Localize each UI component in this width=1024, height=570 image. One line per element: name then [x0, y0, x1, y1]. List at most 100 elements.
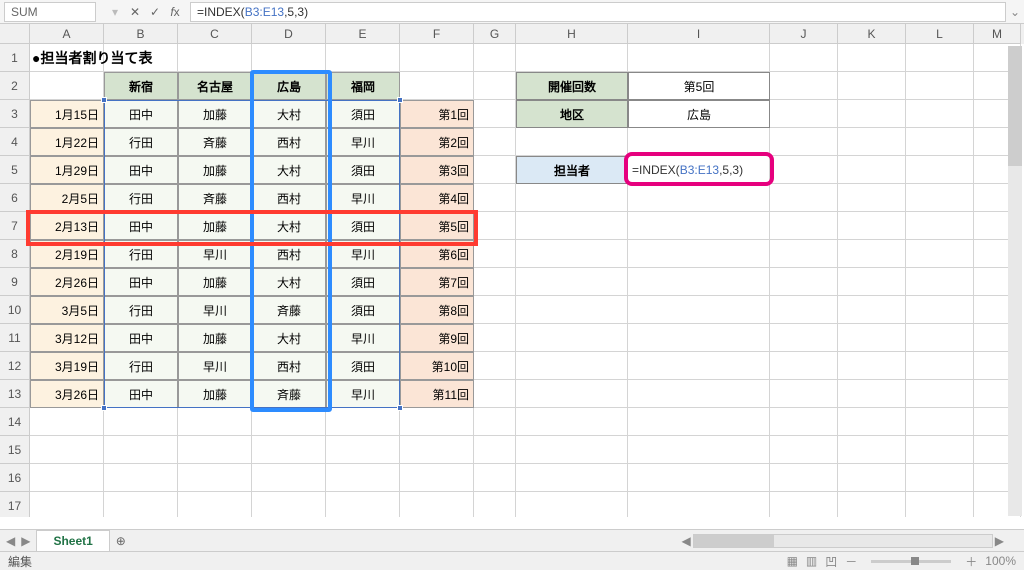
cell-C6[interactable]: 斉藤: [178, 184, 252, 212]
tab-prev-icon[interactable]: ◀: [6, 534, 15, 548]
cell-K9[interactable]: [838, 268, 906, 296]
cell-F1[interactable]: [400, 44, 474, 72]
cell-L15[interactable]: [906, 436, 974, 464]
col-header-C[interactable]: C: [178, 24, 252, 44]
vertical-scrollbar[interactable]: [1008, 46, 1022, 516]
cell-C13[interactable]: 加藤: [178, 380, 252, 408]
cell-H15[interactable]: [516, 436, 628, 464]
cell-I2[interactable]: 第5回: [628, 72, 770, 100]
cell-G5[interactable]: [474, 156, 516, 184]
cell-B17[interactable]: [104, 492, 178, 517]
cell-G8[interactable]: [474, 240, 516, 268]
horizontal-scrollbar[interactable]: [693, 534, 993, 548]
cell-E10[interactable]: 須田: [326, 296, 400, 324]
cell-H9[interactable]: [516, 268, 628, 296]
cell-J17[interactable]: [770, 492, 838, 517]
cell-J16[interactable]: [770, 464, 838, 492]
cell-L9[interactable]: [906, 268, 974, 296]
cell-I5[interactable]: =INDEX(B3:E13,5,3): [628, 156, 770, 184]
cell-D3[interactable]: 大村: [252, 100, 326, 128]
cell-A16[interactable]: [30, 464, 104, 492]
row-header-12[interactable]: 12: [0, 352, 30, 380]
cell-G4[interactable]: [474, 128, 516, 156]
zoom-level[interactable]: 100%: [985, 554, 1016, 568]
cell-H13[interactable]: [516, 380, 628, 408]
cell-H16[interactable]: [516, 464, 628, 492]
cell-A2[interactable]: [30, 72, 104, 100]
row-header-16[interactable]: 16: [0, 464, 30, 492]
cell-D15[interactable]: [252, 436, 326, 464]
col-header-G[interactable]: G: [474, 24, 516, 44]
cell-K14[interactable]: [838, 408, 906, 436]
cell-D10[interactable]: 斉藤: [252, 296, 326, 324]
name-box[interactable]: SUM: [4, 2, 96, 22]
cell-E11[interactable]: 早川: [326, 324, 400, 352]
cell-B7[interactable]: 田中: [104, 212, 178, 240]
cell-K8[interactable]: [838, 240, 906, 268]
view-pagebreak-icon[interactable]: 凹: [825, 553, 837, 570]
cell-I8[interactable]: [628, 240, 770, 268]
cell-H3[interactable]: 地区: [516, 100, 628, 128]
formula-expand-icon[interactable]: ⌄: [1006, 5, 1024, 19]
row-header-15[interactable]: 15: [0, 436, 30, 464]
cell-I3[interactable]: 広島: [628, 100, 770, 128]
cell-D8[interactable]: 西村: [252, 240, 326, 268]
cell-J14[interactable]: [770, 408, 838, 436]
add-sheet-button[interactable]: ⊕: [110, 530, 132, 552]
cell-E6[interactable]: 早川: [326, 184, 400, 212]
row-header-6[interactable]: 6: [0, 184, 30, 212]
col-header-I[interactable]: I: [628, 24, 770, 44]
select-all-corner[interactable]: [0, 24, 30, 44]
hscroll-left-icon[interactable]: ◀: [682, 534, 691, 548]
cell-E4[interactable]: 早川: [326, 128, 400, 156]
cell-C14[interactable]: [178, 408, 252, 436]
cell-I1[interactable]: [628, 44, 770, 72]
cell-D9[interactable]: 大村: [252, 268, 326, 296]
cell-B9[interactable]: 田中: [104, 268, 178, 296]
cell-L12[interactable]: [906, 352, 974, 380]
cell-F10[interactable]: 第8回: [400, 296, 474, 324]
row-header-11[interactable]: 11: [0, 324, 30, 352]
col-header-A[interactable]: A: [30, 24, 104, 44]
cell-C15[interactable]: [178, 436, 252, 464]
cell-H8[interactable]: [516, 240, 628, 268]
cell-L17[interactable]: [906, 492, 974, 517]
cancel-formula-icon[interactable]: ✕: [126, 3, 144, 21]
cell-E8[interactable]: 早川: [326, 240, 400, 268]
cell-E1[interactable]: [326, 44, 400, 72]
cell-E16[interactable]: [326, 464, 400, 492]
cell-D7[interactable]: 大村: [252, 212, 326, 240]
cell-L14[interactable]: [906, 408, 974, 436]
cell-C8[interactable]: 早川: [178, 240, 252, 268]
cell-A11[interactable]: 3月12日: [30, 324, 104, 352]
cell-F5[interactable]: 第3回: [400, 156, 474, 184]
cell-J10[interactable]: [770, 296, 838, 324]
cell-E15[interactable]: [326, 436, 400, 464]
cell-K3[interactable]: [838, 100, 906, 128]
cell-F15[interactable]: [400, 436, 474, 464]
cell-C5[interactable]: 加藤: [178, 156, 252, 184]
cell-G12[interactable]: [474, 352, 516, 380]
cell-G17[interactable]: [474, 492, 516, 517]
cell-G16[interactable]: [474, 464, 516, 492]
row-header-13[interactable]: 13: [0, 380, 30, 408]
cell-K5[interactable]: [838, 156, 906, 184]
view-normal-icon[interactable]: ▦: [787, 554, 798, 568]
cell-A5[interactable]: 1月29日: [30, 156, 104, 184]
cell-H12[interactable]: [516, 352, 628, 380]
row-header-7[interactable]: 7: [0, 212, 30, 240]
cell-C4[interactable]: 斉藤: [178, 128, 252, 156]
cell-C1[interactable]: [178, 44, 252, 72]
cell-K16[interactable]: [838, 464, 906, 492]
cell-I14[interactable]: [628, 408, 770, 436]
cell-A4[interactable]: 1月22日: [30, 128, 104, 156]
cell-G6[interactable]: [474, 184, 516, 212]
cell-E14[interactable]: [326, 408, 400, 436]
cell-J12[interactable]: [770, 352, 838, 380]
cell-J15[interactable]: [770, 436, 838, 464]
fx-icon[interactable]: fx: [166, 3, 184, 21]
cell-C9[interactable]: 加藤: [178, 268, 252, 296]
cell-I10[interactable]: [628, 296, 770, 324]
cell-L5[interactable]: [906, 156, 974, 184]
cell-G3[interactable]: [474, 100, 516, 128]
